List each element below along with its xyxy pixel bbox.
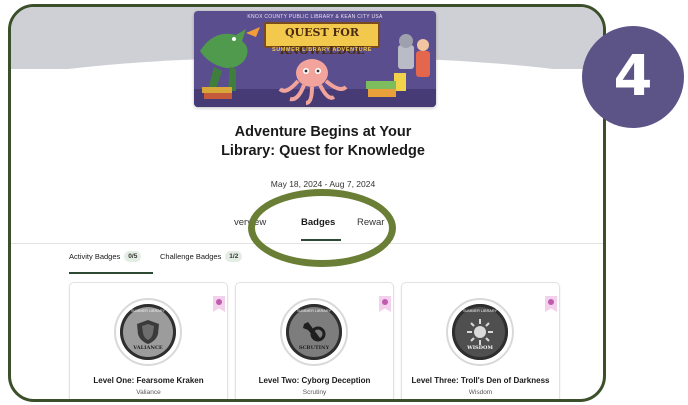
shield-icon bbox=[137, 320, 159, 344]
badge-emblem-disc: SUMMER LIBRARY VALIANCE bbox=[120, 304, 176, 360]
wrench-gear-icon bbox=[303, 322, 326, 342]
badge-card[interactable]: SUMMER LIBRARY SCRUTINY Level Two: Cybor… bbox=[235, 282, 394, 399]
badge-ring-text: SUMMER LIBRARY bbox=[296, 309, 332, 313]
octopus-icon bbox=[296, 59, 328, 87]
banner-library-line: KNOX COUNTY PUBLIC LIBRARY & KEAN CITY U… bbox=[247, 14, 383, 20]
step-number: 4 bbox=[613, 44, 653, 109]
badge-card[interactable]: SUMMER LIBRARY WISDOM Level Three: Troll… bbox=[401, 282, 560, 399]
program-title: Adventure Begins at Your Library: Quest … bbox=[221, 124, 425, 159]
badge-count: 0/5 bbox=[124, 251, 142, 262]
child-icon bbox=[416, 51, 430, 77]
badge-emblem: SUMMER LIBRARY SCRUTINY bbox=[280, 298, 348, 366]
badge-card[interactable]: SUMMER LIBRARY VALIANCE Level One: Fears… bbox=[69, 282, 228, 399]
badge-emblem-word: SCRUTINY bbox=[298, 345, 330, 351]
badge-category: Wisdom bbox=[468, 389, 493, 396]
badge-name: Level Two: Cyborg Deception bbox=[258, 376, 371, 385]
bookmark-dot bbox=[548, 299, 554, 305]
badge-name: Level One: Fearsome Kraken bbox=[93, 376, 204, 385]
screenshot-frame: KNOX COUNTY PUBLIC LIBRARY & KEAN CITY U… bbox=[8, 4, 606, 402]
subtab-label: Activity Badges bbox=[69, 252, 121, 261]
badge-emblem-word: WISDOM bbox=[467, 345, 493, 351]
subtab-activity-badges[interactable]: Activity Badges 0/5 bbox=[69, 251, 142, 262]
badge-emblem-word: VALIANCE bbox=[133, 345, 163, 351]
bookmark-dot bbox=[382, 299, 388, 305]
badge-emblem: SUMMER LIBRARY VALIANCE bbox=[114, 298, 182, 366]
step-number-badge: 4 bbox=[582, 26, 684, 128]
badge-emblem-disc: SUMMER LIBRARY SCRUTINY bbox=[286, 304, 342, 360]
badge-ring-text: SUMMER LIBRARY bbox=[130, 309, 166, 313]
program-dates: May 18, 2024 - Aug 7, 2024 bbox=[270, 179, 376, 189]
banner-tagline: SUMMER LIBRARY ADVENTURE bbox=[271, 47, 373, 53]
banner-title: QUEST FOR KNOWLEDGE bbox=[279, 26, 365, 57]
badge-ring-text: SUMMER LIBRARY bbox=[462, 309, 498, 313]
program-banner-image: KNOX COUNTY PUBLIC LIBRARY & KEAN CITY U… bbox=[194, 11, 436, 107]
badge-emblem: SUMMER LIBRARY WISDOM bbox=[446, 298, 514, 366]
bookmark-dot bbox=[216, 299, 222, 305]
knight-icon bbox=[398, 45, 414, 69]
active-subtab-indicator bbox=[69, 272, 153, 274]
badge-category: Valiance bbox=[136, 389, 161, 396]
badge-count: 1/2 bbox=[225, 251, 243, 262]
badge-type-tabs: Activity Badges 0/5 Challenge Badges 1/2 bbox=[11, 251, 603, 275]
subtab-label: Challenge Badges bbox=[160, 252, 222, 261]
badge-category: Scrutiny bbox=[302, 389, 327, 396]
subtab-challenge-badges[interactable]: Challenge Badges 1/2 bbox=[160, 251, 243, 262]
badge-name: Level Three: Troll's Den of Darkness bbox=[411, 376, 550, 385]
banner-title-scroll: QUEST FOR KNOWLEDGE bbox=[264, 22, 380, 57]
badge-emblem-disc: SUMMER LIBRARY WISDOM bbox=[452, 304, 508, 360]
sun-icon bbox=[467, 319, 493, 345]
